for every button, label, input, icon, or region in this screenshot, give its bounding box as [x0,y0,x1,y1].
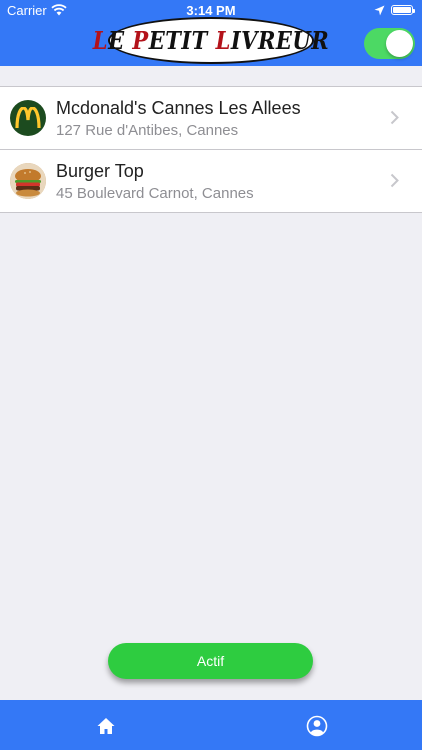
restaurant-address: 127 Rue d'Antibes, Cannes [56,122,239,139]
chevron-right-icon [390,173,399,188]
list-item[interactable]: Mcdonald's Cannes Les Allees 127 Rue d'A… [0,87,422,150]
list-item[interactable]: Burger Top 45 Boulevard Carnot, Cannes [0,150,422,213]
home-icon[interactable] [95,715,117,737]
app-logo: LE PETIT LIVREUR [93,17,329,64]
toggle-knob [386,30,413,57]
tab-bar [0,700,422,750]
restaurant-address: 45 Boulevard Carnot, Cannes [56,185,254,202]
availability-toggle[interactable] [364,28,415,59]
location-arrow-icon [374,5,385,16]
status-time: 3:14 PM [186,3,236,18]
battery-icon [391,5,415,15]
restaurant-name: Burger Top [56,161,144,181]
restaurant-list: Mcdonald's Cannes Les Allees 127 Rue d'A… [0,86,422,213]
user-icon[interactable] [306,715,328,737]
restaurant-name: Mcdonald's Cannes Les Allees [56,98,301,118]
actif-button[interactable]: Actif [108,643,313,679]
mcdonalds-logo-icon [10,100,46,136]
header-bar: Carrier 3:14 PM LE PETIT LIVREUR [0,0,422,66]
burger-photo-icon [10,163,46,199]
chevron-right-icon [390,110,399,125]
